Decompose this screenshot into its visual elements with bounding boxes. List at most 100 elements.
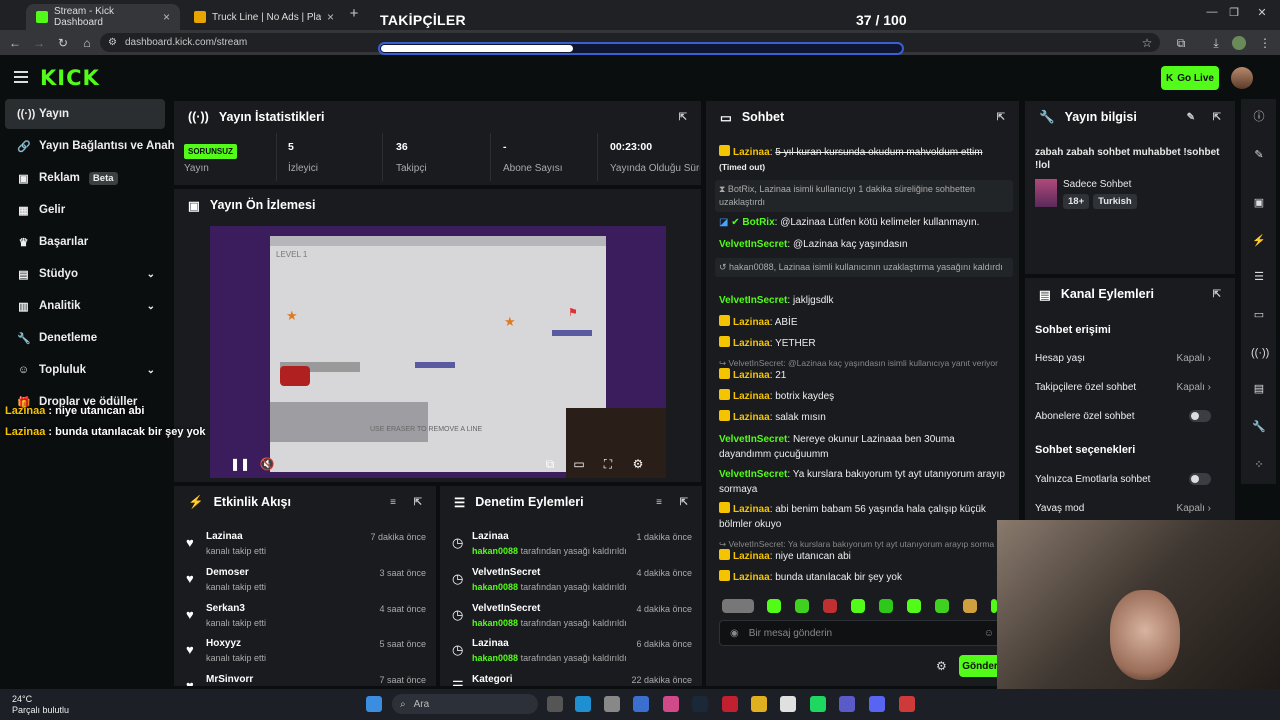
emoji-icon[interactable]: ☺ bbox=[984, 628, 994, 639]
subs-only-toggle[interactable] bbox=[1189, 410, 1211, 422]
chat-username[interactable]: Lazinaa bbox=[733, 391, 770, 402]
moderator-name[interactable]: hakan0088 bbox=[472, 618, 518, 628]
emotes-only-toggle[interactable] bbox=[1189, 473, 1211, 485]
bookmark-star-icon[interactable]: ☆ bbox=[1140, 36, 1154, 50]
emote-icon[interactable] bbox=[907, 599, 921, 613]
broadcast-icon[interactable]: ((·)) bbox=[1251, 345, 1269, 361]
file-explorer-icon[interactable] bbox=[751, 696, 767, 712]
extensions-icon[interactable]: ⧉ bbox=[1174, 36, 1188, 50]
chat-username[interactable]: BotRix bbox=[742, 217, 774, 228]
steam-icon[interactable] bbox=[692, 696, 708, 712]
hamburger-menu-icon[interactable] bbox=[14, 71, 28, 83]
close-window-icon[interactable]: ✕ bbox=[1252, 6, 1272, 19]
sidebar-item-stream-key[interactable]: 🔗 Yayın Bağlantısı ve Anahtar bbox=[5, 131, 189, 161]
theater-icon[interactable]: ▭ bbox=[571, 457, 587, 471]
mute-icon[interactable]: 🔇 bbox=[259, 457, 275, 471]
forward-icon[interactable]: → bbox=[32, 36, 46, 50]
chrome-icon[interactable] bbox=[780, 696, 796, 712]
back-icon[interactable]: ← bbox=[8, 36, 22, 50]
tab-truck-line[interactable]: Truck Line | No Ads | Play At Fri × bbox=[184, 4, 344, 30]
emote-icon[interactable] bbox=[823, 599, 837, 613]
reload-icon[interactable]: ↻ bbox=[56, 36, 70, 50]
spotify-icon[interactable] bbox=[810, 696, 826, 712]
feed-name[interactable]: VelvetInSecret bbox=[472, 603, 540, 614]
filter-icon[interactable]: ≡ bbox=[656, 497, 662, 508]
chat-input[interactable]: ◉ Bir mesaj gönderin ☺ bbox=[719, 620, 1001, 646]
feed-name[interactable]: Lazinaa bbox=[206, 531, 243, 542]
new-tab-button[interactable]: + bbox=[346, 6, 362, 22]
video-icon[interactable]: ▣ bbox=[1251, 195, 1267, 211]
task-view-icon[interactable] bbox=[547, 696, 563, 712]
pause-icon[interactable]: ❚❚ bbox=[230, 457, 250, 471]
moderator-name[interactable]: hakan0088 bbox=[472, 582, 518, 592]
discord-icon[interactable] bbox=[869, 696, 885, 712]
profile-icon[interactable] bbox=[1232, 36, 1246, 50]
popout-icon[interactable]: ⇱ bbox=[1213, 289, 1221, 300]
feed-name[interactable]: MrSinvorr bbox=[206, 674, 253, 685]
emote-icon[interactable] bbox=[963, 599, 977, 613]
chat-settings-icon[interactable]: ⚙ bbox=[936, 659, 947, 673]
slow-mode-setting[interactable]: Yavaş mod Kapalı › bbox=[1035, 496, 1225, 520]
maximize-icon[interactable]: ❐ bbox=[1224, 6, 1244, 19]
teams-icon[interactable] bbox=[839, 696, 855, 712]
community-icon[interactable]: ⁘ bbox=[1251, 457, 1267, 473]
sidebar-item-reklam[interactable]: ▣ Reklam Beta bbox=[5, 163, 165, 193]
chat-username[interactable]: Lazinaa bbox=[733, 147, 770, 158]
emote-icon[interactable] bbox=[795, 599, 809, 613]
taskbar-search[interactable]: ⌕ Ara bbox=[392, 694, 538, 714]
chat-username[interactable]: VelvetInSecret bbox=[719, 469, 787, 480]
close-tab-icon[interactable]: × bbox=[327, 10, 334, 24]
popout-icon[interactable]: ⇱ bbox=[1213, 112, 1221, 123]
instagram-icon[interactable] bbox=[663, 696, 679, 712]
category-name[interactable]: Sadece Sohbet bbox=[1063, 179, 1131, 190]
store-icon[interactable] bbox=[604, 696, 620, 712]
kick-logo[interactable]: KICK bbox=[40, 66, 100, 90]
filter-icon[interactable]: ≡ bbox=[390, 497, 396, 508]
send-button[interactable]: Gönder bbox=[959, 655, 1001, 677]
emote-icon[interactable] bbox=[879, 599, 893, 613]
followers-only-setting[interactable]: Takipçilere özel sohbet Kapalı › bbox=[1035, 375, 1225, 399]
popout-icon[interactable]: ⇱ bbox=[680, 497, 688, 508]
channel-actions-icon[interactable]: ▤ bbox=[1251, 381, 1267, 397]
site-info-icon[interactable]: ⚙ bbox=[108, 37, 117, 48]
popout-icon[interactable]: ⇱ bbox=[414, 497, 422, 508]
sidebar-item-gelir[interactable]: ▦ Gelir bbox=[5, 195, 165, 225]
fullscreen-icon[interactable]: ⛶ bbox=[600, 457, 616, 472]
sidebar-item-yayin[interactable]: ((·)) Yayın bbox=[5, 99, 165, 129]
feed-name[interactable]: Kategori bbox=[472, 674, 513, 685]
emote-icon[interactable] bbox=[722, 599, 754, 613]
chat-username[interactable]: Lazinaa bbox=[733, 338, 770, 349]
emote-icon[interactable] bbox=[851, 599, 865, 613]
sidebar-item-basarilar[interactable]: ♛ Başarılar bbox=[5, 227, 165, 257]
feed-name[interactable]: Lazinaa bbox=[472, 638, 509, 649]
emote-icon[interactable] bbox=[935, 599, 949, 613]
chat-username[interactable]: Lazinaa bbox=[733, 317, 770, 328]
chat-username[interactable]: VelvetInSecret bbox=[719, 295, 787, 306]
info-icon[interactable]: ⓘ bbox=[1251, 109, 1267, 125]
chat-username[interactable]: Lazinaa bbox=[733, 551, 770, 562]
chat-username[interactable]: Lazinaa bbox=[733, 572, 770, 583]
edit-pencil-icon[interactable]: ✎ bbox=[1251, 147, 1267, 163]
edit-pencil-icon[interactable]: ✎ bbox=[1187, 112, 1195, 123]
edge-icon[interactable] bbox=[575, 696, 591, 712]
mail-icon[interactable] bbox=[633, 696, 649, 712]
lightning-icon[interactable]: ⚡ bbox=[1251, 233, 1267, 249]
chat-icon[interactable]: ▭ bbox=[1251, 307, 1267, 323]
sidebar-item-topluluk[interactable]: ☺ Topluluk ⌄ bbox=[5, 355, 165, 385]
feed-name[interactable]: Hoxyyz bbox=[206, 638, 241, 649]
wrench-icon[interactable]: 🔧 bbox=[1251, 419, 1267, 435]
chat-username[interactable]: VelvetInSecret bbox=[719, 239, 787, 250]
avatar[interactable] bbox=[1231, 67, 1253, 89]
settings-gear-icon[interactable]: ⚙ bbox=[630, 457, 646, 471]
go-live-button[interactable]: K Go Live bbox=[1161, 66, 1219, 90]
browser-menu-icon[interactable]: ⋮ bbox=[1258, 36, 1272, 50]
pip-icon[interactable]: ⧉ bbox=[542, 457, 558, 472]
sidebar-item-analitik[interactable]: ▥ Analitik ⌄ bbox=[5, 291, 165, 321]
popout-icon[interactable]: ⇱ bbox=[997, 112, 1005, 123]
emote-icon[interactable] bbox=[767, 599, 781, 613]
sidebar-item-studyo[interactable]: ▤ Stüdyo ⌄ bbox=[5, 259, 165, 289]
feed-name[interactable]: Lazinaa bbox=[472, 531, 509, 542]
opera-icon[interactable] bbox=[722, 696, 738, 712]
chat-username[interactable]: Lazinaa bbox=[733, 504, 770, 515]
chat-username[interactable]: Lazinaa bbox=[733, 370, 770, 381]
